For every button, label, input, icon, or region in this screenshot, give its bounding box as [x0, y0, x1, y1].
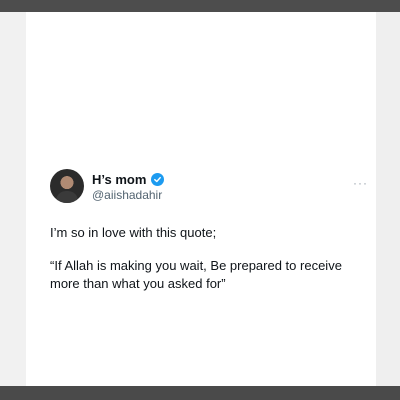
tweet[interactable]: H’s mom @aiishadahir ··· I’m so in love …	[50, 166, 367, 293]
name-row: H’s mom	[92, 172, 165, 187]
verified-badge-icon	[151, 173, 165, 186]
tweet-card: H’s mom @aiishadahir ··· I’m so in love …	[26, 12, 376, 386]
tweet-body: I’m so in love with this quote; “If Alla…	[50, 224, 360, 293]
left-margin	[0, 12, 26, 386]
tweet-header: H’s mom @aiishadahir ···	[50, 166, 367, 206]
bottom-border	[0, 386, 400, 400]
display-name[interactable]: H’s mom	[92, 172, 146, 187]
tweet-text-line: I’m so in love with this quote;	[50, 225, 217, 240]
handle[interactable]: @aiishadahir	[92, 188, 162, 202]
more-options-icon[interactable]: ···	[353, 176, 368, 190]
right-margin	[376, 12, 400, 386]
top-border	[0, 0, 400, 12]
screenshot-frame: H’s mom @aiishadahir ··· I’m so in love …	[0, 0, 400, 400]
avatar[interactable]	[50, 169, 84, 203]
tweet-quote: “If Allah is making you wait, Be prepare…	[50, 258, 342, 291]
